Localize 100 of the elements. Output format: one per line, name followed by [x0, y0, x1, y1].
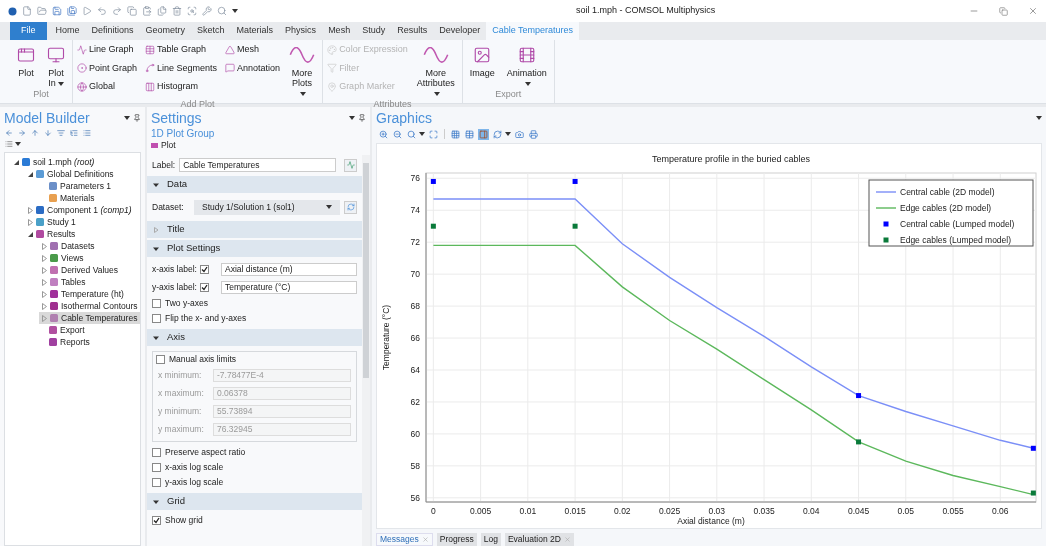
restore-icon[interactable]	[999, 6, 1008, 16]
bottom-tab[interactable]: Evaluation 2D	[504, 533, 574, 546]
ribbon-button[interactable]: Plot In	[44, 43, 68, 88]
ribbon-tab[interactable]: Materials	[230, 22, 280, 40]
checkbox-row[interactable]: Flip the x- and y-axes	[152, 311, 357, 326]
close-icon[interactable]	[563, 536, 571, 543]
tree-item[interactable]: Views	[39, 252, 140, 264]
input-field[interactable]: Temperature (°C)	[221, 280, 357, 294]
copy-icon[interactable]	[127, 6, 137, 16]
tree-item[interactable]: Temperature (ht)	[39, 288, 140, 300]
undo-icon[interactable]	[97, 6, 107, 16]
file-menu-tab[interactable]: File	[10, 22, 47, 40]
ribbon-item[interactable]: Mesh	[225, 43, 281, 57]
up-arrow-icon[interactable]	[31, 129, 39, 137]
duplicate-icon[interactable]	[157, 6, 167, 16]
zoom-extents-icon[interactable]	[428, 128, 439, 140]
pin-icon[interactable]	[358, 114, 366, 122]
zoom-in-icon[interactable]	[378, 128, 389, 140]
ribbon-item[interactable]: Annotation	[225, 61, 281, 76]
checkbox[interactable]	[152, 299, 161, 308]
ribbon-tab[interactable]: Cable Temperatures	[486, 22, 580, 40]
ribbon-item[interactable]: Line Segments	[145, 61, 218, 76]
section-header[interactable]: Grid	[147, 493, 362, 510]
checkbox-row[interactable]: Preserve aspect ratio	[152, 445, 357, 460]
section-header[interactable]: Data	[147, 176, 362, 193]
ribbon-tab[interactable]: Study	[356, 22, 392, 40]
play-icon[interactable]	[82, 6, 92, 16]
tree-item[interactable]: Derived Values	[39, 264, 140, 276]
checkbox[interactable]	[200, 282, 209, 292]
tree-item[interactable]: Study 1	[25, 216, 140, 228]
scrollbar[interactable]	[362, 155, 370, 546]
tree-item[interactable]: Isothermal Contours	[39, 300, 140, 312]
scan-icon[interactable]	[187, 6, 197, 16]
input-field[interactable]: Axial distance (m)	[221, 262, 357, 276]
bottom-tab[interactable]: Log	[480, 533, 501, 546]
tree-item[interactable]: Parameters 1	[39, 180, 140, 192]
list-icon[interactable]	[5, 140, 13, 148]
dataset-dropdown[interactable]: Study 1/Solution 1 (sol1)	[194, 199, 340, 215]
checkbox[interactable]	[152, 463, 161, 472]
trash-icon[interactable]	[172, 6, 182, 16]
pin-icon[interactable]	[133, 114, 141, 122]
ribbon-button[interactable]: Animation	[503, 43, 550, 88]
collapsed-arrow-icon[interactable]	[41, 242, 48, 250]
list-icon[interactable]	[83, 129, 91, 137]
collapsed-arrow-icon[interactable]	[27, 206, 34, 214]
ribbon-tab[interactable]: Developer	[433, 22, 487, 40]
down-arrow-icon[interactable]	[44, 129, 52, 137]
legend-icon[interactable]	[478, 128, 489, 140]
grid-icon[interactable]	[450, 128, 461, 140]
ribbon-item[interactable]: Table Graph	[145, 43, 218, 57]
graph-icon[interactable]	[344, 158, 357, 172]
redo-icon[interactable]	[112, 6, 122, 16]
checkbox[interactable]	[152, 516, 161, 525]
ribbon-button[interactable]: More Attributes	[413, 43, 458, 98]
open-folder-icon[interactable]	[37, 6, 47, 16]
save-icon[interactable]	[52, 6, 62, 16]
collapsed-arrow-icon[interactable]	[27, 218, 34, 226]
new-file-icon[interactable]	[22, 6, 32, 16]
collapsed-arrow-icon[interactable]	[41, 266, 48, 274]
ribbon-item[interactable]: Line Graph	[77, 43, 138, 57]
ribbon-button[interactable]: Plot	[14, 43, 38, 88]
section-header[interactable]: Title	[147, 221, 362, 238]
ribbon-tab[interactable]: Home	[49, 22, 86, 40]
tree-item[interactable]: Results	[25, 228, 140, 240]
tree-icon[interactable]	[70, 129, 78, 137]
save-as-icon[interactable]	[67, 6, 77, 16]
scrollbar-thumb[interactable]	[363, 163, 369, 378]
tree-item[interactable]: Component 1 (comp1)	[25, 204, 140, 216]
print-icon[interactable]	[528, 128, 539, 140]
checkbox[interactable]	[152, 314, 161, 323]
tree-item[interactable]: Export	[39, 324, 140, 336]
collapsed-arrow-icon[interactable]	[41, 254, 48, 262]
zoom-box-icon[interactable]	[406, 128, 425, 140]
app-logo-icon[interactable]	[8, 6, 17, 16]
forward-arrow-icon[interactable]	[18, 129, 26, 137]
bottom-tab[interactable]: Progress	[436, 533, 477, 546]
paste-icon[interactable]	[142, 6, 152, 16]
close-icon[interactable]	[421, 536, 429, 543]
collapsed-arrow-icon[interactable]	[41, 290, 48, 298]
table-icon[interactable]	[464, 128, 475, 140]
expanded-arrow-icon[interactable]	[27, 170, 34, 178]
tree-item[interactable]: Datasets	[39, 240, 140, 252]
zoom-out-icon[interactable]	[392, 128, 403, 140]
ribbon-item[interactable]: Point Graph	[77, 61, 138, 76]
ribbon-button[interactable]: Image	[466, 43, 498, 88]
ribbon-item[interactable]: Global	[77, 79, 138, 94]
expanded-arrow-icon[interactable]	[27, 230, 34, 238]
section-header[interactable]: Plot Settings	[147, 240, 362, 257]
label-field[interactable]: Cable Temperatures	[179, 158, 336, 172]
ribbon-tab[interactable]: Mesh	[322, 22, 357, 40]
tree-item[interactable]: Global Definitions	[25, 168, 140, 180]
checkbox[interactable]	[200, 264, 209, 274]
camera-icon[interactable]	[514, 128, 525, 140]
tree-item[interactable]: Tables	[39, 276, 140, 288]
checkbox[interactable]	[156, 354, 165, 364]
tree-item[interactable]: Cable Temperatures	[39, 312, 140, 324]
ribbon-tab[interactable]: Results	[391, 22, 434, 40]
collapsed-arrow-icon[interactable]	[41, 302, 48, 310]
ribbon-tab[interactable]: Sketch	[191, 22, 231, 40]
wrench-icon[interactable]	[202, 6, 212, 16]
